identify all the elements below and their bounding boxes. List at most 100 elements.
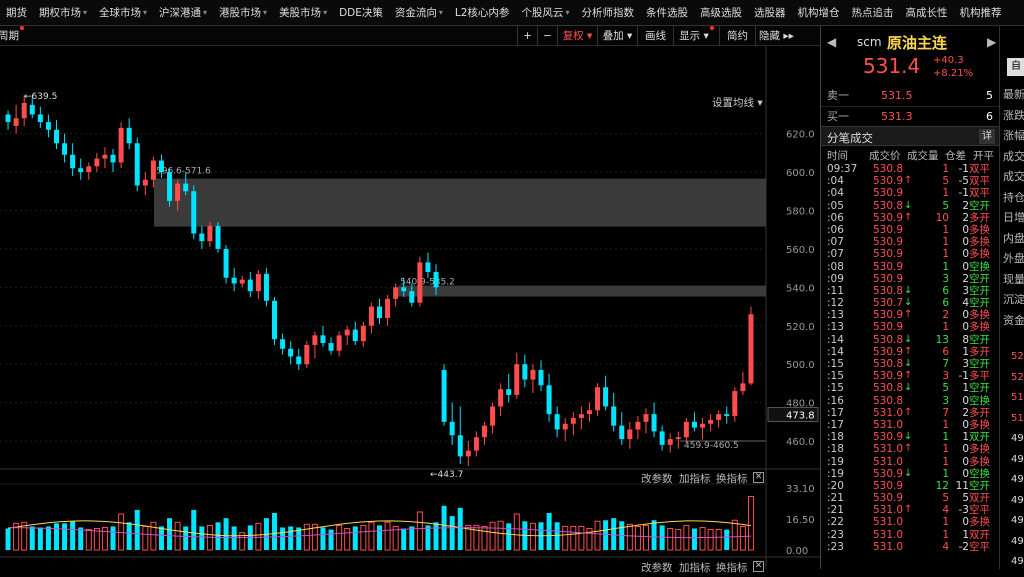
tick-price: 530.9 [873, 211, 904, 224]
zoom-in-button[interactable]: + [517, 26, 537, 46]
sr-zone [154, 178, 766, 227]
candle-body [595, 387, 601, 411]
tick-volume: 7 [942, 358, 949, 370]
tick-type: 多换 [969, 321, 990, 334]
volume-bar [167, 518, 173, 550]
menu-item-9[interactable]: 个股风云 ▾ [515, 0, 575, 25]
menu-item-4[interactable]: 港股市场 ▾ [213, 0, 273, 25]
tick-price: 530.8 [873, 394, 904, 407]
tick-row: :16 530.8 3 0 空换 [821, 395, 999, 407]
menu-item-17[interactable]: 机构推荐 [953, 0, 1007, 25]
hide-button[interactable]: 隐藏 ▸▸ [755, 26, 797, 46]
volume-bar [739, 525, 746, 551]
zoom-out-button[interactable]: − [537, 26, 557, 46]
menu-item-2[interactable]: 全球市场 ▾ [93, 0, 153, 25]
menu-item-1[interactable]: 期权市场 ▾ [33, 0, 93, 25]
quote-field-label: 涨幅 [1003, 129, 1024, 142]
ma-settings-button[interactable]: 设置均线 ▾ [712, 95, 763, 110]
volume-bar [328, 529, 334, 550]
candle-body [732, 391, 738, 417]
chevron-down-icon: ▾ [83, 8, 88, 17]
y-tick-label: 520.0 [786, 322, 815, 333]
volume-bar [546, 513, 552, 550]
tick-list[interactable]: 09:37 530.8 1 -1 双平:04 530.9 ↑ 5 -5 双平:04 530.9 1 -1… [821, 163, 999, 553]
kline-chart-area[interactable]: 620.0 600.0 580.0 560.0 540.0 520.0 500.0 480.0… [0, 46, 820, 574]
prev-instrument-icon[interactable]: ◀ [827, 35, 836, 49]
volume-bar [191, 509, 197, 550]
volume-bar [126, 522, 132, 550]
switch-indicator-button[interactable]: 换指标 [716, 471, 748, 486]
menu-item-10[interactable]: 分析师指数 [575, 0, 640, 25]
simple-mode-button[interactable]: 简约 [719, 26, 755, 46]
tick-row: 09:37 530.8 1 -1 双平 [821, 163, 999, 175]
volume-bar [45, 526, 51, 550]
last-price: 531.4 [863, 54, 921, 78]
quote-field-label: 成交 [1003, 149, 1024, 163]
candle-body [336, 335, 342, 351]
tick-oi-change: -1 [958, 370, 969, 383]
candle-body [328, 343, 334, 351]
menu-item-3[interactable]: 沪深港通 ▾ [153, 0, 213, 25]
tick-price: 531.0 [873, 455, 904, 468]
period-button[interactable]: 周期 [0, 26, 34, 46]
fuquan-button[interactable]: 复权 ▾ [557, 26, 597, 46]
tick-type: 空换 [969, 467, 990, 480]
switch-indicator-button-2[interactable]: 换指标 [716, 560, 748, 575]
candle-body [70, 154, 76, 169]
menu-item-16[interactable]: 高成长性 [899, 0, 953, 25]
add-indicator-button[interactable]: 加指标 [679, 471, 711, 486]
tick-row: :21 530.9 5 5 双开 [821, 492, 999, 504]
tick-direction-icon: ↑ [904, 309, 913, 321]
menu-item-12[interactable]: 高级选股 [694, 0, 748, 25]
tick-time: :21 [827, 492, 844, 505]
tick-time: :06 [827, 211, 844, 224]
candle-body [417, 262, 423, 303]
next-instrument-icon[interactable]: ▶ [987, 35, 996, 49]
candlestick-chart[interactable]: 620.0600.0580.0560.0540.0520.0500.0480.0… [0, 46, 820, 569]
close-subchart-icon[interactable]: ✕ [753, 472, 764, 483]
tick-volume: 13 [935, 333, 949, 346]
chevron-down-icon: ▾ [203, 8, 208, 17]
tick-volume: 5 [942, 199, 949, 212]
volume-bar [570, 525, 577, 551]
tick-volume: 1 [942, 528, 949, 541]
candle-body [619, 425, 625, 440]
menu-item-5[interactable]: 美股市场 ▾ [273, 0, 333, 25]
menu-item-8[interactable]: L2核心内参 [449, 0, 516, 25]
tick-price: 530.9 [873, 479, 904, 492]
volume-bar [433, 522, 439, 550]
menu-item-7[interactable]: 资金流向 ▾ [389, 0, 449, 25]
quote-field-label: 成交 [1003, 170, 1024, 183]
tick-row: :14 530.8 ↓ 13 8 空开 [821, 334, 999, 346]
display-button[interactable]: 显示 ▾ [673, 26, 719, 46]
menu-item-0[interactable]: 期货 [0, 0, 33, 25]
overlay-button[interactable]: 叠加 ▾ [597, 26, 637, 46]
volume-bar [5, 528, 11, 550]
menu-item-13[interactable]: 选股器 [748, 0, 792, 25]
add-indicator-button-2[interactable]: 加指标 [679, 560, 711, 575]
tick-type: 空开 [969, 358, 990, 370]
tick-time: :13 [827, 309, 844, 322]
tick-time: :20 [827, 479, 844, 492]
menu-item-6[interactable]: DDE决策 [333, 0, 389, 25]
candle-body [393, 287, 399, 299]
menu-item-14[interactable]: 机构增仓 [791, 0, 845, 25]
add-watchlist-button[interactable]: 自选 [1007, 58, 1024, 90]
draw-line-button[interactable]: 画线 [637, 26, 673, 46]
tick-time: :14 [827, 345, 844, 358]
zone-label: 459.9-460.5 [684, 441, 739, 451]
volume-bar [62, 523, 68, 550]
menu-item-15[interactable]: 热点追击 [845, 0, 899, 25]
close-subchart-icon-2[interactable]: ✕ [753, 561, 764, 572]
tick-time: :16 [827, 394, 844, 407]
change-params-button[interactable]: 改参数 [641, 471, 673, 486]
tick-type: 空开 [969, 479, 990, 492]
change-params-button-2[interactable]: 改参数 [641, 560, 673, 575]
candle-body [514, 364, 520, 395]
menu-item-11[interactable]: 条件选股 [640, 0, 694, 25]
candle-body [603, 387, 609, 407]
detail-button[interactable]: 详 [979, 129, 995, 144]
candle-body [263, 273, 269, 301]
tick-price: 531.0 [873, 406, 904, 419]
tick-price: 531.0 [873, 540, 904, 553]
